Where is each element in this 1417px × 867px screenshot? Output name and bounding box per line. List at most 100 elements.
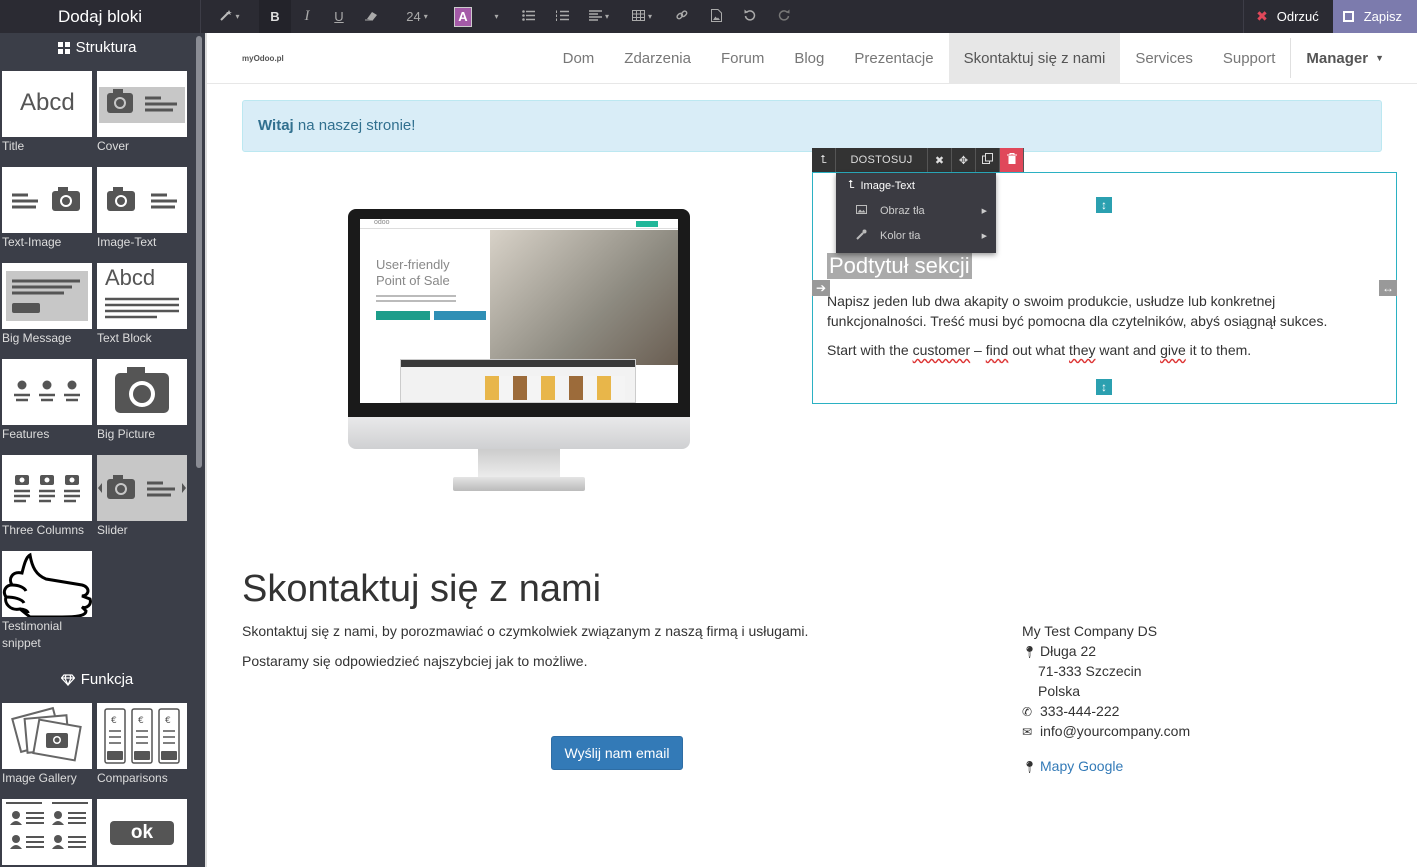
nav-item-blog[interactable]: Blog (779, 33, 839, 83)
snippet-thumbnail (97, 71, 187, 137)
snippet-thumbnail (2, 551, 92, 617)
select-parent-button[interactable]: ⮤ (812, 148, 836, 172)
bold-button[interactable]: B (259, 0, 291, 33)
monitor-screen: odoo User-friendly Point of Sale (360, 219, 678, 403)
section-paragraph-2[interactable]: Start with the customer – find out what … (827, 342, 1251, 358)
nav-item-contact-us[interactable]: Skontaktuj się z nami (948, 33, 1121, 83)
redo-button[interactable] (767, 0, 801, 33)
font-size-dropdown[interactable]: 24 ▾ (387, 0, 447, 33)
snippet-big-picture[interactable]: Big Picture (97, 359, 187, 443)
undo-button[interactable] (733, 0, 767, 33)
link-button[interactable] (665, 0, 699, 33)
underline-button[interactable]: U (323, 0, 355, 33)
nav-item-support[interactable]: Support (1208, 33, 1291, 83)
svg-text:€: € (138, 716, 144, 726)
snippet-label: Title (2, 139, 25, 153)
resize-vertical-top-handle[interactable]: ↕ (1096, 197, 1112, 213)
image-file-icon (710, 8, 722, 25)
duplicate-button[interactable] (976, 148, 1000, 172)
bullet-list-button[interactable] (511, 0, 545, 33)
snippet-slider[interactable]: Slider (97, 455, 187, 539)
alert-text: na naszej stronie! (293, 117, 416, 134)
move-button[interactable]: ✥ (952, 148, 976, 172)
save-label: Zapisz (1363, 9, 1402, 24)
menu-item-background-image[interactable]: Obraz tła ▶ (836, 198, 996, 223)
snippet-title[interactable]: Abcd Title (2, 71, 92, 155)
ok-button-thumbnail: ok (110, 821, 174, 845)
snippet-thumbnail: ok (97, 799, 187, 865)
features-thumbnail-icon (14, 380, 80, 402)
snippet-thumbnail: Abcd (2, 71, 92, 137)
snippet-features[interactable]: Features (2, 359, 92, 443)
resize-horizontal-handle[interactable]: ↔ (1379, 280, 1397, 296)
image-text-thumbnail-icon (107, 187, 177, 211)
contact-paragraph-2[interactable]: Postaramy się odpowiedzieć najszybciej j… (242, 653, 587, 669)
website-preview: myOdoo.pl Dom Zdarzenia Forum Blog Preze… (205, 33, 1417, 867)
move-left-arrow-icon[interactable]: ➔ (812, 280, 830, 296)
color-dropdown-caret[interactable]: ▾ (479, 0, 511, 33)
menu-header-image-text[interactable]: ⮤ Image-Text (836, 173, 996, 198)
style-dropdown[interactable]: ▾ (201, 0, 259, 33)
snippet-thumbnail (2, 455, 92, 521)
nav-item-home[interactable]: Dom (548, 33, 610, 83)
snippet-thumbnail (2, 703, 92, 769)
alert-bold: Witaj (258, 117, 294, 134)
trash-icon (1006, 153, 1017, 167)
send-email-button[interactable]: Wyślij nam email (551, 736, 683, 770)
snippet-comparisons[interactable]: € € € Comparisons (97, 703, 187, 787)
nav-item-presentations[interactable]: Prezentacje (839, 33, 948, 83)
snippet-team[interactable] (2, 799, 92, 865)
snippet-label: Testimonial snippet (2, 619, 63, 650)
snippet-label: Text Block (97, 331, 152, 345)
snippet-options-toolbar: ⮤ DOSTOSUJ ✖ ✥ (812, 148, 1024, 172)
sidebar-scrollbar[interactable] (196, 36, 202, 468)
monitor-stand (478, 449, 560, 479)
snippet-testimonial[interactable]: Testimonial snippet (2, 551, 92, 652)
contact-paragraph-1[interactable]: Skontaktuj się z nami, by porozmawiać o … (242, 623, 808, 639)
italic-button[interactable]: I (291, 0, 323, 33)
snippet-cover[interactable]: Cover (97, 71, 187, 155)
menu-item-background-color[interactable]: Kolor tła ▶ (836, 223, 996, 248)
address-country: Polska (1038, 683, 1081, 699)
svg-text:€: € (111, 716, 117, 726)
level-up-icon: ⮤ (848, 179, 855, 191)
text-color-button[interactable]: A (447, 0, 479, 33)
text-lines-icon (105, 297, 179, 319)
snippet-image-gallery[interactable]: Image Gallery (2, 703, 92, 787)
monitor-image[interactable]: odoo User-friendly Point of Sale (348, 209, 690, 499)
caret-right-icon: ▶ (981, 207, 987, 215)
discard-button[interactable]: ✖ Odrzuć (1243, 0, 1333, 33)
snippet-image-text[interactable]: Image-Text (97, 167, 187, 251)
snippet-thumbnail (97, 167, 187, 233)
snippet-big-message[interactable]: Big Message (2, 263, 92, 347)
snippet-text-image[interactable]: Text-Image (2, 167, 92, 251)
snippet-three-columns[interactable]: Three Columns (2, 455, 92, 539)
site-logo[interactable]: myOdoo.pl (242, 54, 284, 63)
delete-button[interactable] (1000, 148, 1024, 172)
snippet-call-to-action[interactable]: ok (97, 799, 187, 865)
table-dropdown[interactable]: ▾ (619, 0, 665, 33)
snippet-thumbnail (2, 263, 92, 329)
snippet-thumbnail: € € € (97, 703, 187, 769)
snippet-label: Big Picture (97, 427, 156, 441)
resize-vertical-bottom-handle[interactable]: ↕ (1096, 379, 1112, 395)
monitor-frame: odoo User-friendly Point of Sale (348, 209, 690, 419)
section-paragraph-1[interactable]: Napisz jeden lub dwa akapity o swoim pro… (827, 291, 1367, 331)
numbered-list-button[interactable] (545, 0, 579, 33)
remove-button[interactable]: ✖ (928, 148, 952, 172)
image-button[interactable] (699, 0, 733, 33)
eraser-button[interactable] (355, 0, 387, 33)
paragraph-align-dropdown[interactable]: ▾ (579, 0, 619, 33)
nav-item-services[interactable]: Services (1120, 33, 1208, 83)
user-menu-manager[interactable]: Manager ▼ (1291, 33, 1399, 83)
add-blocks-title[interactable]: Dodaj bloki (0, 0, 200, 33)
nav-item-forum[interactable]: Forum (706, 33, 779, 83)
customize-dropdown[interactable]: DOSTOSUJ (836, 148, 928, 172)
google-maps-link[interactable]: Mapy Google (1040, 758, 1123, 774)
save-button[interactable]: Zapisz (1332, 0, 1417, 33)
nav-item-events[interactable]: Zdarzenia (609, 33, 706, 83)
snippet-text-block[interactable]: Abcd Text Block (97, 263, 187, 347)
contact-heading[interactable]: Skontaktuj się z nami (242, 568, 601, 611)
google-maps-link-row: 📍︎ Mapy Google (1022, 758, 1123, 774)
section-subtitle[interactable]: Podtytuł sekcji (827, 253, 972, 279)
